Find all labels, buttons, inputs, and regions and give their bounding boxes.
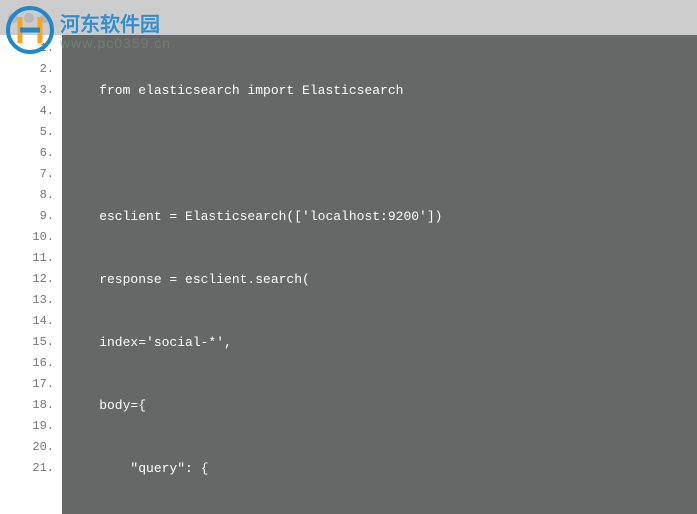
- code-line: "query": {: [68, 458, 697, 479]
- line-number: 5.: [0, 122, 62, 143]
- line-number: 21.: [0, 458, 62, 479]
- code-line: index='social-*',: [68, 332, 697, 353]
- line-number: 12.: [0, 269, 62, 290]
- line-number: 7.: [0, 164, 62, 185]
- line-number: 18.: [0, 395, 62, 416]
- line-number: 9.: [0, 206, 62, 227]
- code-editor: 1. 2. 3. 4. 5. 6. 7. 8. 9. 10. 11. 12. 1…: [0, 35, 697, 514]
- line-number: 16.: [0, 353, 62, 374]
- code-line: esclient = Elasticsearch(['localhost:920…: [68, 206, 697, 227]
- line-number: 2.: [0, 59, 62, 80]
- line-number: 6.: [0, 143, 62, 164]
- line-number: 19.: [0, 416, 62, 437]
- line-number: 20.: [0, 437, 62, 458]
- line-number: 8.: [0, 185, 62, 206]
- line-number: 15.: [0, 332, 62, 353]
- code-line: body={: [68, 395, 697, 416]
- window-control-dot: [8, 13, 18, 23]
- line-number: 11.: [0, 248, 62, 269]
- line-number: 4.: [0, 101, 62, 122]
- code-line: from elasticsearch import Elasticsearch: [68, 80, 697, 101]
- line-number: 3.: [0, 80, 62, 101]
- line-number: 10.: [0, 227, 62, 248]
- code-content[interactable]: from elasticsearch import Elasticsearch …: [62, 35, 697, 514]
- window-title-bar: [0, 0, 697, 35]
- line-number: 1.: [0, 38, 62, 59]
- window-control-dot: [24, 13, 34, 23]
- line-number-gutter: 1. 2. 3. 4. 5. 6. 7. 8. 9. 10. 11. 12. 1…: [0, 35, 62, 514]
- window-control-dot: [40, 13, 50, 23]
- line-number: 13.: [0, 290, 62, 311]
- line-number: 17.: [0, 374, 62, 395]
- line-number: 14.: [0, 311, 62, 332]
- code-line: [68, 143, 697, 164]
- code-line: response = esclient.search(: [68, 269, 697, 290]
